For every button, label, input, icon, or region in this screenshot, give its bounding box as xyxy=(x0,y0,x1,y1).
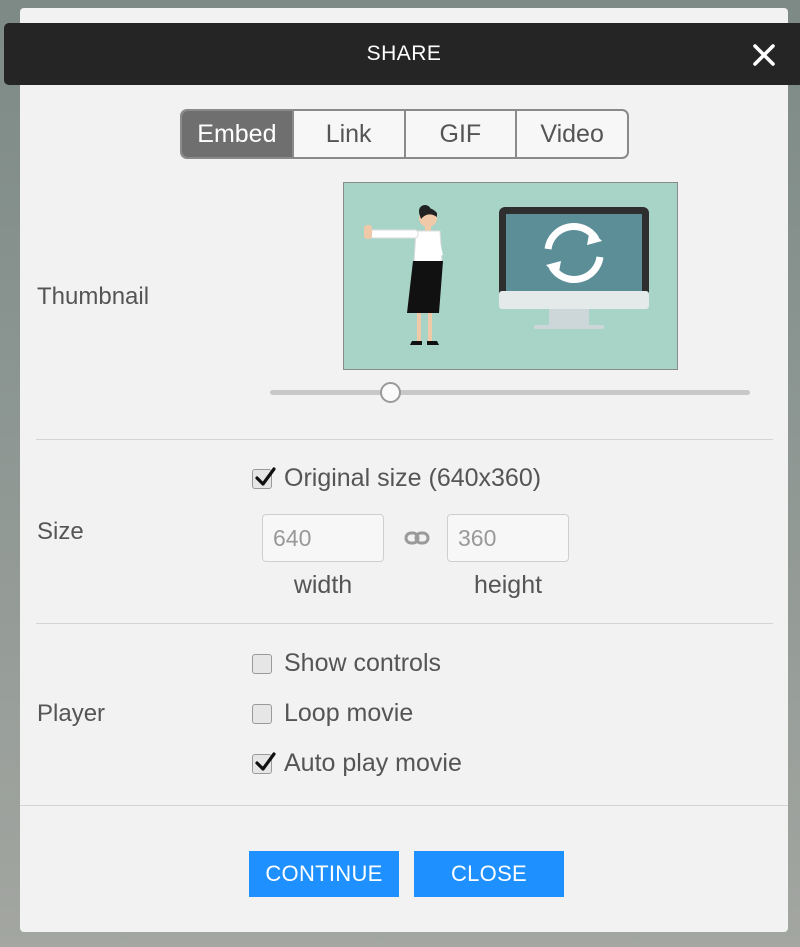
loop-movie-checkbox[interactable] xyxy=(252,703,272,724)
tab-video[interactable]: Video xyxy=(515,111,627,157)
close-button[interactable]: CLOSE xyxy=(414,851,564,897)
dialog-titlebar: SHARE xyxy=(4,23,800,85)
share-tabs: Embed Link GIF Video xyxy=(180,109,629,159)
divider xyxy=(36,439,773,440)
thumbnail-illustration xyxy=(344,183,677,369)
show-controls-checkbox-row[interactable]: Show controls xyxy=(252,649,441,678)
loop-movie-label: Loop movie xyxy=(284,699,414,727)
tab-gif[interactable]: GIF xyxy=(403,111,516,157)
width-label: width xyxy=(293,571,353,599)
show-controls-label: Show controls xyxy=(284,649,442,677)
height-input[interactable] xyxy=(447,514,569,562)
tab-link[interactable]: Link xyxy=(291,111,404,157)
thumbnail-label: Thumbnail xyxy=(37,283,150,310)
height-label: height xyxy=(473,571,543,599)
show-controls-checkbox[interactable] xyxy=(252,653,272,674)
original-size-label: Original size (640x360) xyxy=(284,464,542,492)
size-label: Size xyxy=(37,518,84,545)
chain-link-icon[interactable] xyxy=(404,528,430,553)
footer-divider xyxy=(20,805,788,806)
checkmark-icon xyxy=(255,466,276,486)
auto-play-label: Auto play movie xyxy=(284,749,462,777)
slider-handle[interactable] xyxy=(380,382,401,403)
share-dialog: SHARE Embed Link GIF Video Thumbnail Siz… xyxy=(4,8,800,932)
continue-button[interactable]: CONTINUE xyxy=(249,851,399,897)
player-label: Player xyxy=(37,700,106,727)
original-size-checkbox[interactable] xyxy=(252,466,276,489)
thumbnail-preview xyxy=(343,182,678,370)
auto-play-checkbox[interactable] xyxy=(252,751,276,774)
loop-movie-checkbox-row[interactable]: Loop movie xyxy=(252,699,413,728)
close-icon[interactable] xyxy=(750,41,778,69)
dialog-title: SHARE xyxy=(366,42,442,65)
width-input[interactable] xyxy=(262,514,384,562)
checkmark-icon xyxy=(255,751,276,771)
thumbnail-slider[interactable] xyxy=(270,382,750,403)
original-size-checkbox-row[interactable]: Original size (640x360) xyxy=(252,464,541,493)
auto-play-checkbox-row[interactable]: Auto play movie xyxy=(252,749,462,778)
tab-embed[interactable]: Embed xyxy=(182,111,292,157)
divider xyxy=(36,623,773,624)
